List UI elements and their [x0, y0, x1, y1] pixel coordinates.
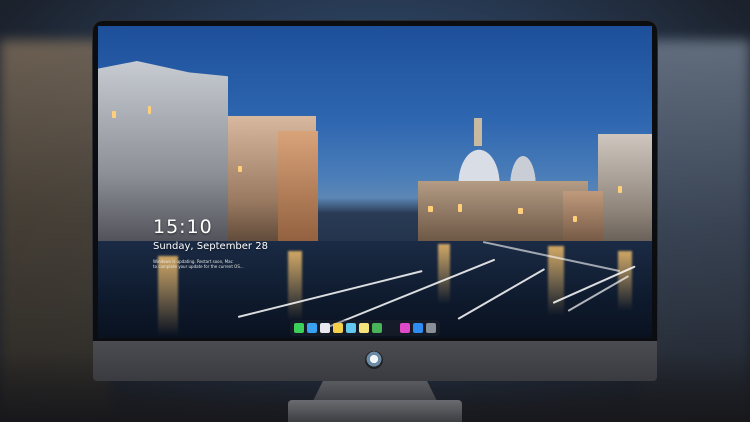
camera-icon[interactable] [426, 323, 436, 333]
palazzo-right-low [563, 191, 603, 246]
update-notification-line2: to complete your update for the current … [153, 264, 244, 269]
notes-icon[interactable] [333, 323, 343, 333]
update-notification: Windows is updating. Restart soon, Mac t… [153, 259, 263, 269]
dock [290, 320, 440, 336]
monitor-stand-neck [313, 381, 437, 401]
palazzo-orange [278, 131, 318, 251]
app-store-icon[interactable] [413, 323, 423, 333]
monitor-bezel: 15:10 Sunday, September 28 Windows is up… [93, 21, 657, 341]
basilica-lantern [474, 118, 482, 146]
photos-icon[interactable] [346, 323, 356, 333]
preview-icon[interactable] [372, 323, 382, 333]
messages-icon[interactable] [294, 323, 304, 333]
stickies-icon[interactable] [359, 323, 369, 333]
lock-screen[interactable]: 15:10 Sunday, September 28 Windows is up… [98, 26, 652, 338]
finder-icon[interactable] [307, 323, 317, 333]
basilica-dome [455, 144, 503, 184]
imac-monitor: 15:10 Sunday, September 28 Windows is up… [93, 21, 657, 381]
monitor-stand-base [288, 400, 462, 422]
safari-icon[interactable] [320, 323, 330, 333]
itunes-icon[interactable] [400, 323, 410, 333]
monitor-logo-icon [365, 351, 383, 369]
lockscreen-date: Sunday, September 28 [153, 241, 268, 252]
lockscreen-clock: 15:10 [153, 216, 213, 238]
